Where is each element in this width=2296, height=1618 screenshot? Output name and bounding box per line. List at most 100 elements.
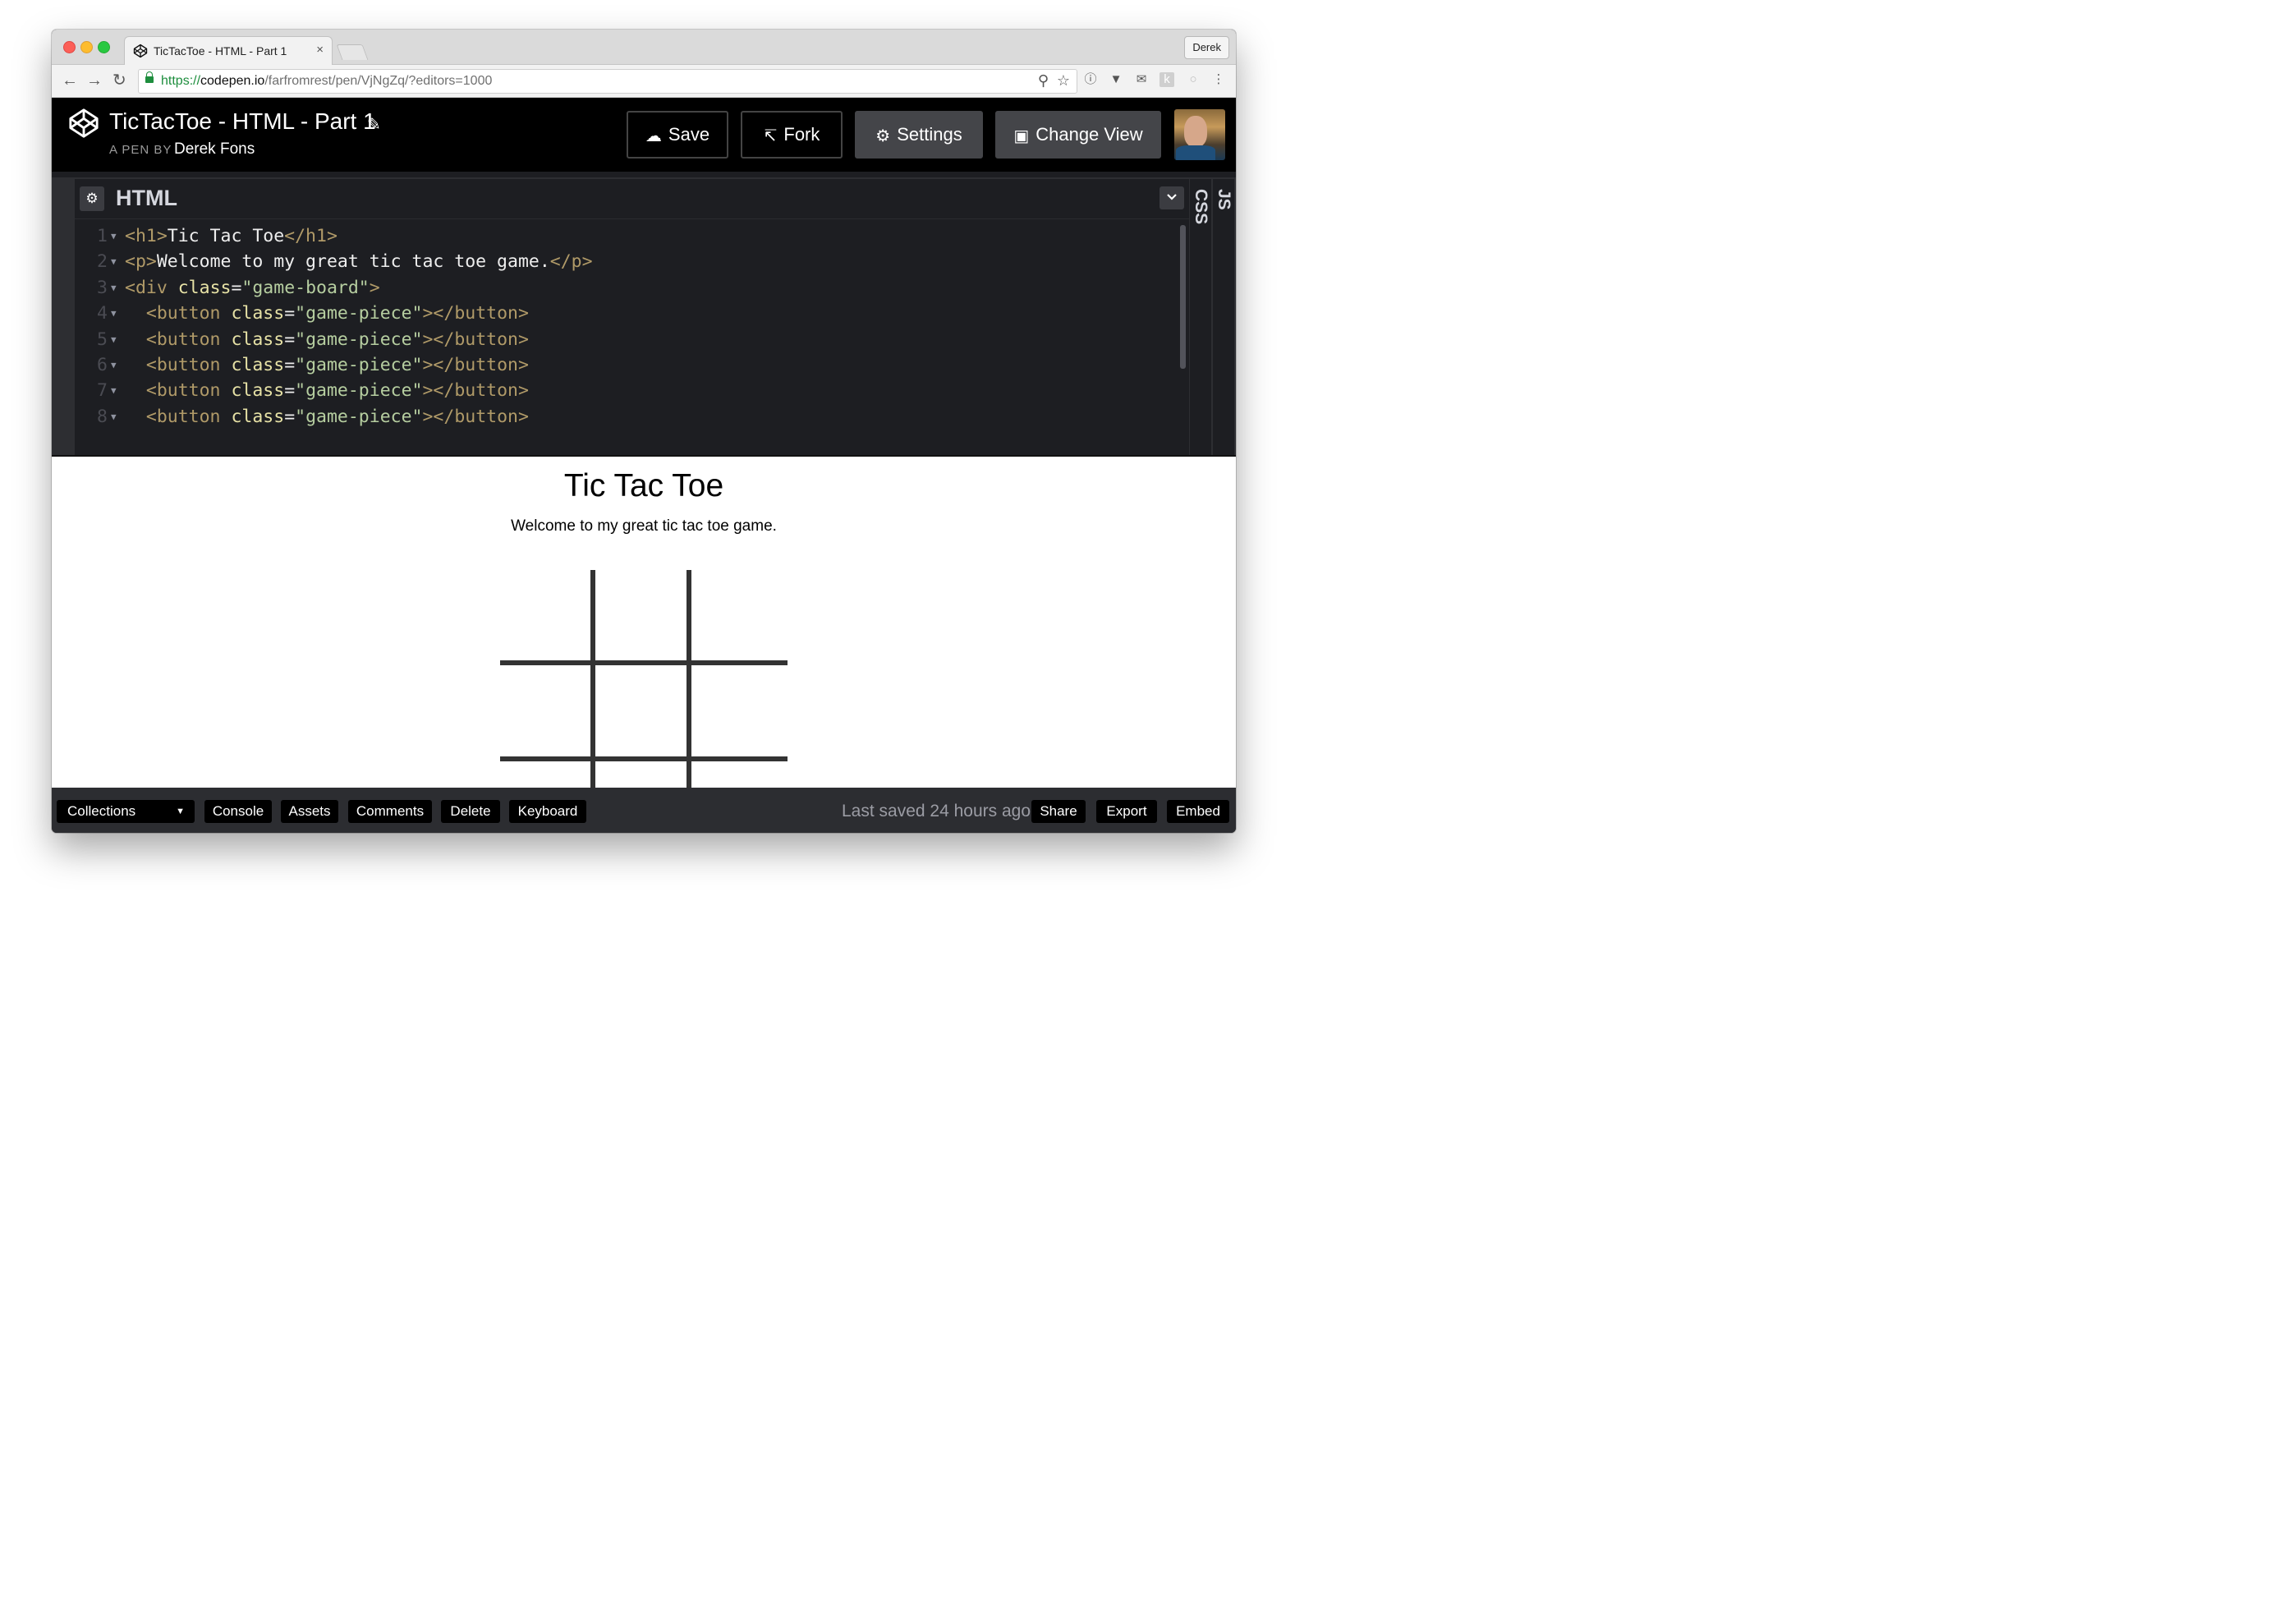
fold-arrow-icon[interactable]: ▼ <box>111 249 117 274</box>
keyboard-button[interactable]: Keyboard <box>509 800 586 823</box>
code-token: </p> <box>549 251 593 273</box>
menu-dots-icon[interactable]: ⋮ <box>1211 72 1226 87</box>
extension-k-icon[interactable]: k <box>1159 72 1174 87</box>
game-piece[interactable] <box>595 570 687 660</box>
fold-arrow-icon[interactable]: ▼ <box>111 301 117 326</box>
fold-arrow-icon[interactable]: ▼ <box>111 352 117 378</box>
url-text: https://codepen.io/farfromrest/pen/VjNgZ… <box>161 74 492 89</box>
code-line[interactable]: 8 ▼ <button class="game-piece"></button> <box>75 404 1175 430</box>
code-token: > <box>369 277 380 298</box>
code-line[interactable]: 5 ▼ <button class="game-piece"></button> <box>75 327 1175 352</box>
code-token: <button <box>145 303 232 324</box>
tab-strip: TicTacToe - HTML - Part 1 × Derek <box>52 30 1236 65</box>
fork-label: Fork <box>783 124 820 145</box>
code-line[interactable]: 3 ▼ <div class="game-board"> <box>75 275 1175 301</box>
game-piece[interactable] <box>500 665 590 756</box>
fork-button[interactable]: ↸ Fork <box>741 111 843 159</box>
pencil-icon[interactable]: ✎ <box>367 114 381 135</box>
game-piece[interactable] <box>595 665 687 756</box>
code-line[interactable]: 1 ▼ <h1>Tic Tac Toe</h1> <box>75 223 1175 249</box>
js-editor-tab[interactable]: JS <box>1213 179 1234 455</box>
fork-icon: ↸ <box>763 127 778 145</box>
fold-arrow-icon[interactable]: ▼ <box>111 378 117 403</box>
embed-button[interactable]: Embed <box>1167 800 1229 823</box>
address-bar[interactable]: https://codepen.io/farfromrest/pen/VjNgZ… <box>138 69 1077 94</box>
codepen-favicon-icon <box>133 44 148 58</box>
editor-area: ⚙ HTML 1 ▼ <h1>Tic Tac Toe</h1> 2 ▼ <p>Welcom… <box>52 172 1236 455</box>
code-line[interactable]: 2 ▼ <p>Welcome to my great tic tac toe gam… <box>75 249 1175 274</box>
user-avatar[interactable] <box>1174 109 1225 160</box>
code-token: = <box>284 380 296 402</box>
code-token: "game-piece" <box>295 303 423 324</box>
html-editor-title: HTML <box>116 186 177 210</box>
extension-info-icon[interactable]: ⓘ <box>1083 72 1098 87</box>
line-number: 1 <box>97 226 108 246</box>
code-token: </h1> <box>284 226 338 246</box>
code-line[interactable]: 4 ▼ <button class="game-piece"></button> <box>75 301 1175 326</box>
change-view-button[interactable]: ▣ Change View <box>995 111 1161 159</box>
export-button[interactable]: Export <box>1096 800 1157 823</box>
code-token: "game-board" <box>241 277 370 298</box>
code-text: <p>Welcome to my great tic tac toe game.… <box>125 249 593 274</box>
fold-arrow-icon[interactable]: ▼ <box>111 404 117 430</box>
save-button[interactable]: ☁ Save <box>627 111 728 159</box>
mail-icon[interactable]: ✉ <box>1134 72 1149 87</box>
delete-button[interactable]: Delete <box>441 800 500 823</box>
code-token: <button <box>145 329 232 350</box>
code-token: class <box>231 303 285 324</box>
game-piece[interactable] <box>691 570 788 660</box>
new-tab-button[interactable] <box>336 44 369 60</box>
html-settings-gear-icon[interactable]: ⚙ <box>80 186 104 211</box>
code-text: <button class="game-piece"></button> <box>125 352 529 378</box>
code-token: class <box>231 380 285 402</box>
browser-tab-active[interactable]: TicTacToe - HTML - Part 1 × <box>124 36 333 65</box>
maximize-window-button[interactable] <box>98 41 110 53</box>
css-editor-tab[interactable]: CSS <box>1190 179 1211 455</box>
change-view-label: Change View <box>1035 124 1143 145</box>
minimize-window-button[interactable] <box>80 41 93 53</box>
console-button[interactable]: Console <box>204 800 272 823</box>
assets-button[interactable]: Assets <box>281 800 338 823</box>
line-number: 7 <box>97 380 108 402</box>
reload-icon[interactable]: ↻ <box>113 71 126 90</box>
code-text: <button class="game-piece"></button> <box>125 301 529 326</box>
forward-arrow-icon[interactable]: → <box>86 71 103 90</box>
pen-title[interactable]: TicTacToe - HTML - Part 1 <box>109 108 376 135</box>
share-button[interactable]: Share <box>1031 800 1086 823</box>
html-code-editor[interactable]: 1 ▼ <h1>Tic Tac Toe</h1> 2 ▼ <p>Welcome to my… <box>75 223 1175 430</box>
tab-close-icon[interactable]: × <box>316 43 324 57</box>
code-line[interactable]: 7 ▼ <button class="game-piece"></button> <box>75 378 1175 403</box>
game-piece[interactable] <box>500 570 590 660</box>
pen-by-label: A PEN BY <box>109 143 172 157</box>
extension-circle-icon[interactable]: ○ <box>1186 72 1201 87</box>
fold-arrow-icon[interactable]: ▼ <box>111 223 117 249</box>
codepen-logo-icon[interactable] <box>68 108 99 139</box>
browser-window: TicTacToe - HTML - Part 1 × Derek ← → ↻ … <box>52 30 1236 833</box>
settings-button[interactable]: ⚙ Settings <box>855 111 983 159</box>
pen-author-link[interactable]: Derek Fons <box>174 140 255 159</box>
fold-arrow-icon[interactable]: ▼ <box>111 275 117 301</box>
code-token: class <box>231 354 285 375</box>
collections-dropdown[interactable]: Collections ▼ <box>57 800 195 823</box>
line-number: 4 <box>97 303 108 324</box>
code-line[interactable]: 6 ▼ <button class="game-piece"></button> <box>75 352 1175 378</box>
save-label: Save <box>668 124 710 145</box>
chevron-down-icon[interactable] <box>1159 186 1184 209</box>
fold-arrow-icon[interactable]: ▼ <box>111 327 117 352</box>
cloud-icon: ☁ <box>645 127 662 145</box>
bookmark-star-icon[interactable]: ☆ <box>1057 72 1070 90</box>
profile-button[interactable]: Derek <box>1184 36 1229 59</box>
line-number: 6 <box>97 354 108 375</box>
code-token: class <box>231 329 285 350</box>
editor-scrollbar[interactable] <box>1180 225 1186 369</box>
code-text: <button class="game-piece"></button> <box>125 404 529 430</box>
back-arrow-icon[interactable]: ← <box>62 71 78 90</box>
comments-button[interactable]: Comments <box>348 800 432 823</box>
board-line <box>500 756 788 761</box>
browser-toolbar: ← → ↻ https://codepen.io/farfromrest/pen… <box>52 65 1236 98</box>
close-window-button[interactable] <box>63 41 76 53</box>
line-number: 8 <box>97 406 108 427</box>
zoom-icon[interactable]: ⚲ <box>1038 72 1049 90</box>
pocket-icon[interactable]: ▼ <box>1109 72 1123 87</box>
